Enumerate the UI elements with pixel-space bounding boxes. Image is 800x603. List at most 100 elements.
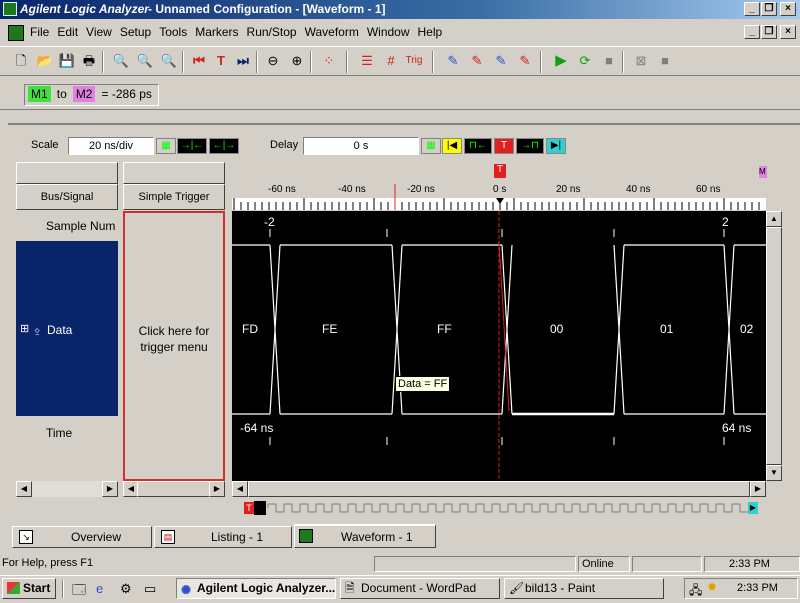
marker-move-icon[interactable]: ✎ bbox=[490, 50, 512, 72]
m1-marker-label[interactable]: M1 bbox=[28, 86, 51, 102]
expand-bus-icon[interactable]: ⊞ bbox=[20, 322, 29, 335]
trigger-setup-icon[interactable]: Trig bbox=[403, 50, 425, 72]
overview-strip[interactable]: T ▶ bbox=[240, 499, 758, 517]
menu-markers[interactable]: Markers bbox=[191, 22, 242, 42]
go-to-trigger-icon[interactable]: T bbox=[210, 50, 232, 72]
delay-calculator-icon[interactable]: ▦ bbox=[421, 138, 441, 154]
task-wordpad[interactable]: 🗎 Document - WordPad bbox=[340, 578, 500, 599]
quicklaunch-terminal-icon[interactable]: ▭ bbox=[144, 581, 156, 597]
data-bus-label[interactable]: Data bbox=[47, 323, 72, 337]
toolbar-separator bbox=[622, 51, 624, 73]
delay-back-icon[interactable]: ⊓← bbox=[464, 138, 492, 154]
task-logic-analyzer[interactable]: ✺ Agilent Logic Analyzer... bbox=[176, 578, 336, 599]
stop-all-icon[interactable]: ■ bbox=[654, 50, 676, 72]
data-bus-row[interactable]: ⊞ ⍚ Data bbox=[16, 241, 118, 416]
trigger-marker-icon[interactable]: T bbox=[494, 164, 506, 178]
scroll-up-button[interactable]: ▲ bbox=[766, 211, 782, 227]
open-folder-icon[interactable]: 📂 bbox=[34, 50, 56, 72]
scroll-thumb[interactable] bbox=[137, 481, 217, 497]
trigger-panel-hscrollbar[interactable]: ◀ ▶ bbox=[123, 481, 225, 497]
quicklaunch-browser-icon[interactable]: e bbox=[96, 581, 103, 596]
menu-waveform[interactable]: Waveform bbox=[301, 22, 363, 42]
delay-end-icon[interactable]: ▶| bbox=[546, 138, 566, 154]
menu-setup[interactable]: Setup bbox=[116, 22, 155, 42]
child-restore-button[interactable]: ❐ bbox=[761, 25, 777, 39]
delay-trigger-icon[interactable]: T bbox=[494, 138, 514, 154]
scroll-right-button[interactable]: ▶ bbox=[102, 481, 118, 497]
network-icon[interactable]: 🖧 bbox=[689, 581, 702, 602]
waveform-display[interactable]: -2 2 FD FE FF 00 01 02 Data = FF -64 ns 64 ns bbox=[232, 211, 768, 481]
menu-runstop[interactable]: Run/Stop bbox=[243, 22, 301, 42]
scale-zoom-in-icon[interactable]: →|← bbox=[177, 138, 207, 154]
insert-bus-icon[interactable]: ☰ bbox=[356, 50, 378, 72]
menu-tools[interactable]: Tools bbox=[155, 22, 191, 42]
waveform-tab-icon bbox=[299, 529, 313, 543]
scale-calculator-icon[interactable]: ▦ bbox=[156, 138, 176, 154]
go-to-end-icon[interactable]: ⏭ bbox=[232, 50, 254, 72]
simple-trigger-header[interactable]: Simple Trigger bbox=[123, 184, 225, 210]
marker-add-icon[interactable]: ✎ bbox=[442, 50, 464, 72]
close-button[interactable]: × bbox=[780, 2, 796, 16]
marker-delete-icon[interactable]: ✎ bbox=[514, 50, 536, 72]
new-file-icon[interactable]: 🗋 bbox=[10, 50, 32, 72]
find-icon[interactable]: 🔍 bbox=[110, 50, 132, 72]
m2-marker-label[interactable]: M2 bbox=[72, 86, 96, 102]
menu-help[interactable]: Help bbox=[414, 22, 447, 42]
overview-end-icon[interactable]: ▶ bbox=[748, 502, 758, 514]
waveform-vscrollbar[interactable]: ▲ ▼ bbox=[766, 211, 782, 481]
menu-window[interactable]: Window bbox=[363, 22, 414, 42]
delay-start-icon[interactable]: |◀ bbox=[442, 138, 462, 154]
find-next-icon[interactable]: 🔍 bbox=[134, 50, 156, 72]
waveform-hscrollbar[interactable]: ◀ ▶ bbox=[232, 481, 766, 497]
scroll-left-button[interactable]: ◀ bbox=[16, 481, 32, 497]
run-repetitive-icon[interactable]: ⟳ bbox=[574, 50, 596, 72]
minimize-button[interactable]: _ bbox=[744, 2, 760, 16]
save-icon[interactable]: 💾 bbox=[56, 50, 78, 72]
go-to-start-icon[interactable]: ⏮ bbox=[188, 50, 210, 72]
child-minimize-button[interactable]: _ bbox=[744, 25, 760, 39]
trigger-area[interactable]: Click here for trigger menu bbox=[123, 211, 225, 481]
stop-icon[interactable]: ■ bbox=[598, 50, 620, 72]
grid-icon[interactable]: # bbox=[380, 50, 402, 72]
menu-edit[interactable]: Edit bbox=[53, 22, 82, 42]
scale-input[interactable]: 20 ns/div bbox=[68, 137, 154, 155]
marker-measurement[interactable]: M1 to M2 = -286 ps bbox=[24, 84, 159, 106]
zoom-in-icon[interactable]: ⊕ bbox=[286, 50, 308, 72]
find-prev-icon[interactable]: 🔍 bbox=[158, 50, 180, 72]
trigger-hint[interactable]: Click here for trigger menu bbox=[131, 323, 217, 355]
child-close-button[interactable]: × bbox=[780, 25, 796, 39]
menu-view[interactable]: View bbox=[82, 22, 116, 42]
menu-file[interactable]: File bbox=[26, 22, 53, 42]
overview-trigger-icon[interactable]: T bbox=[244, 502, 254, 514]
scroll-thumb[interactable] bbox=[248, 481, 750, 497]
zoom-out-icon[interactable]: ⊖ bbox=[262, 50, 284, 72]
notification-icon[interactable]: ✹ bbox=[707, 580, 717, 594]
tab-waveform[interactable]: Waveform - 1 bbox=[294, 524, 436, 548]
print-icon[interactable]: 🖶 bbox=[78, 50, 100, 72]
quicklaunch-app-icon[interactable]: ⚙ bbox=[120, 581, 132, 597]
app-icon[interactable] bbox=[3, 2, 17, 16]
left-panel-hscrollbar[interactable]: ◀ ▶ bbox=[16, 481, 118, 497]
delay-forward-icon[interactable]: →⊓ bbox=[516, 138, 544, 154]
time-ruler[interactable]: -60 ns -40 ns -20 ns 0 s 20 ns 40 ns 60 ns T M bbox=[232, 162, 767, 210]
bus-signal-header[interactable]: Bus/Signal bbox=[16, 184, 118, 210]
scale-zoom-out-icon[interactable]: ←|→ bbox=[209, 138, 239, 154]
paint-task-icon: 🖌 bbox=[509, 581, 525, 595]
delay-input[interactable]: 0 s bbox=[303, 137, 419, 155]
toolbar-separator bbox=[540, 51, 542, 73]
scroll-right-button[interactable]: ▶ bbox=[209, 481, 225, 497]
m2-ruler-marker[interactable]: M bbox=[759, 166, 767, 178]
run-icon[interactable]: ▶ bbox=[550, 50, 572, 72]
group-icon[interactable]: ⁘ bbox=[318, 50, 340, 72]
scroll-thumb[interactable] bbox=[766, 227, 782, 465]
scroll-left-button[interactable]: ◀ bbox=[232, 481, 248, 497]
marker-edit-icon[interactable]: ✎ bbox=[466, 50, 488, 72]
tab-listing[interactable]: ▤ Listing - 1 bbox=[154, 526, 292, 548]
task-paint[interactable]: 🖌 bild13 - Paint bbox=[504, 578, 664, 599]
cancel-icon[interactable]: ⊠ bbox=[630, 50, 652, 72]
start-button[interactable]: Start bbox=[2, 578, 56, 599]
scroll-down-button[interactable]: ▼ bbox=[766, 465, 782, 481]
maximize-button[interactable]: ❐ bbox=[761, 2, 777, 16]
scroll-right-button[interactable]: ▶ bbox=[750, 481, 766, 497]
tab-overview[interactable]: ↘ Overview bbox=[12, 526, 152, 548]
